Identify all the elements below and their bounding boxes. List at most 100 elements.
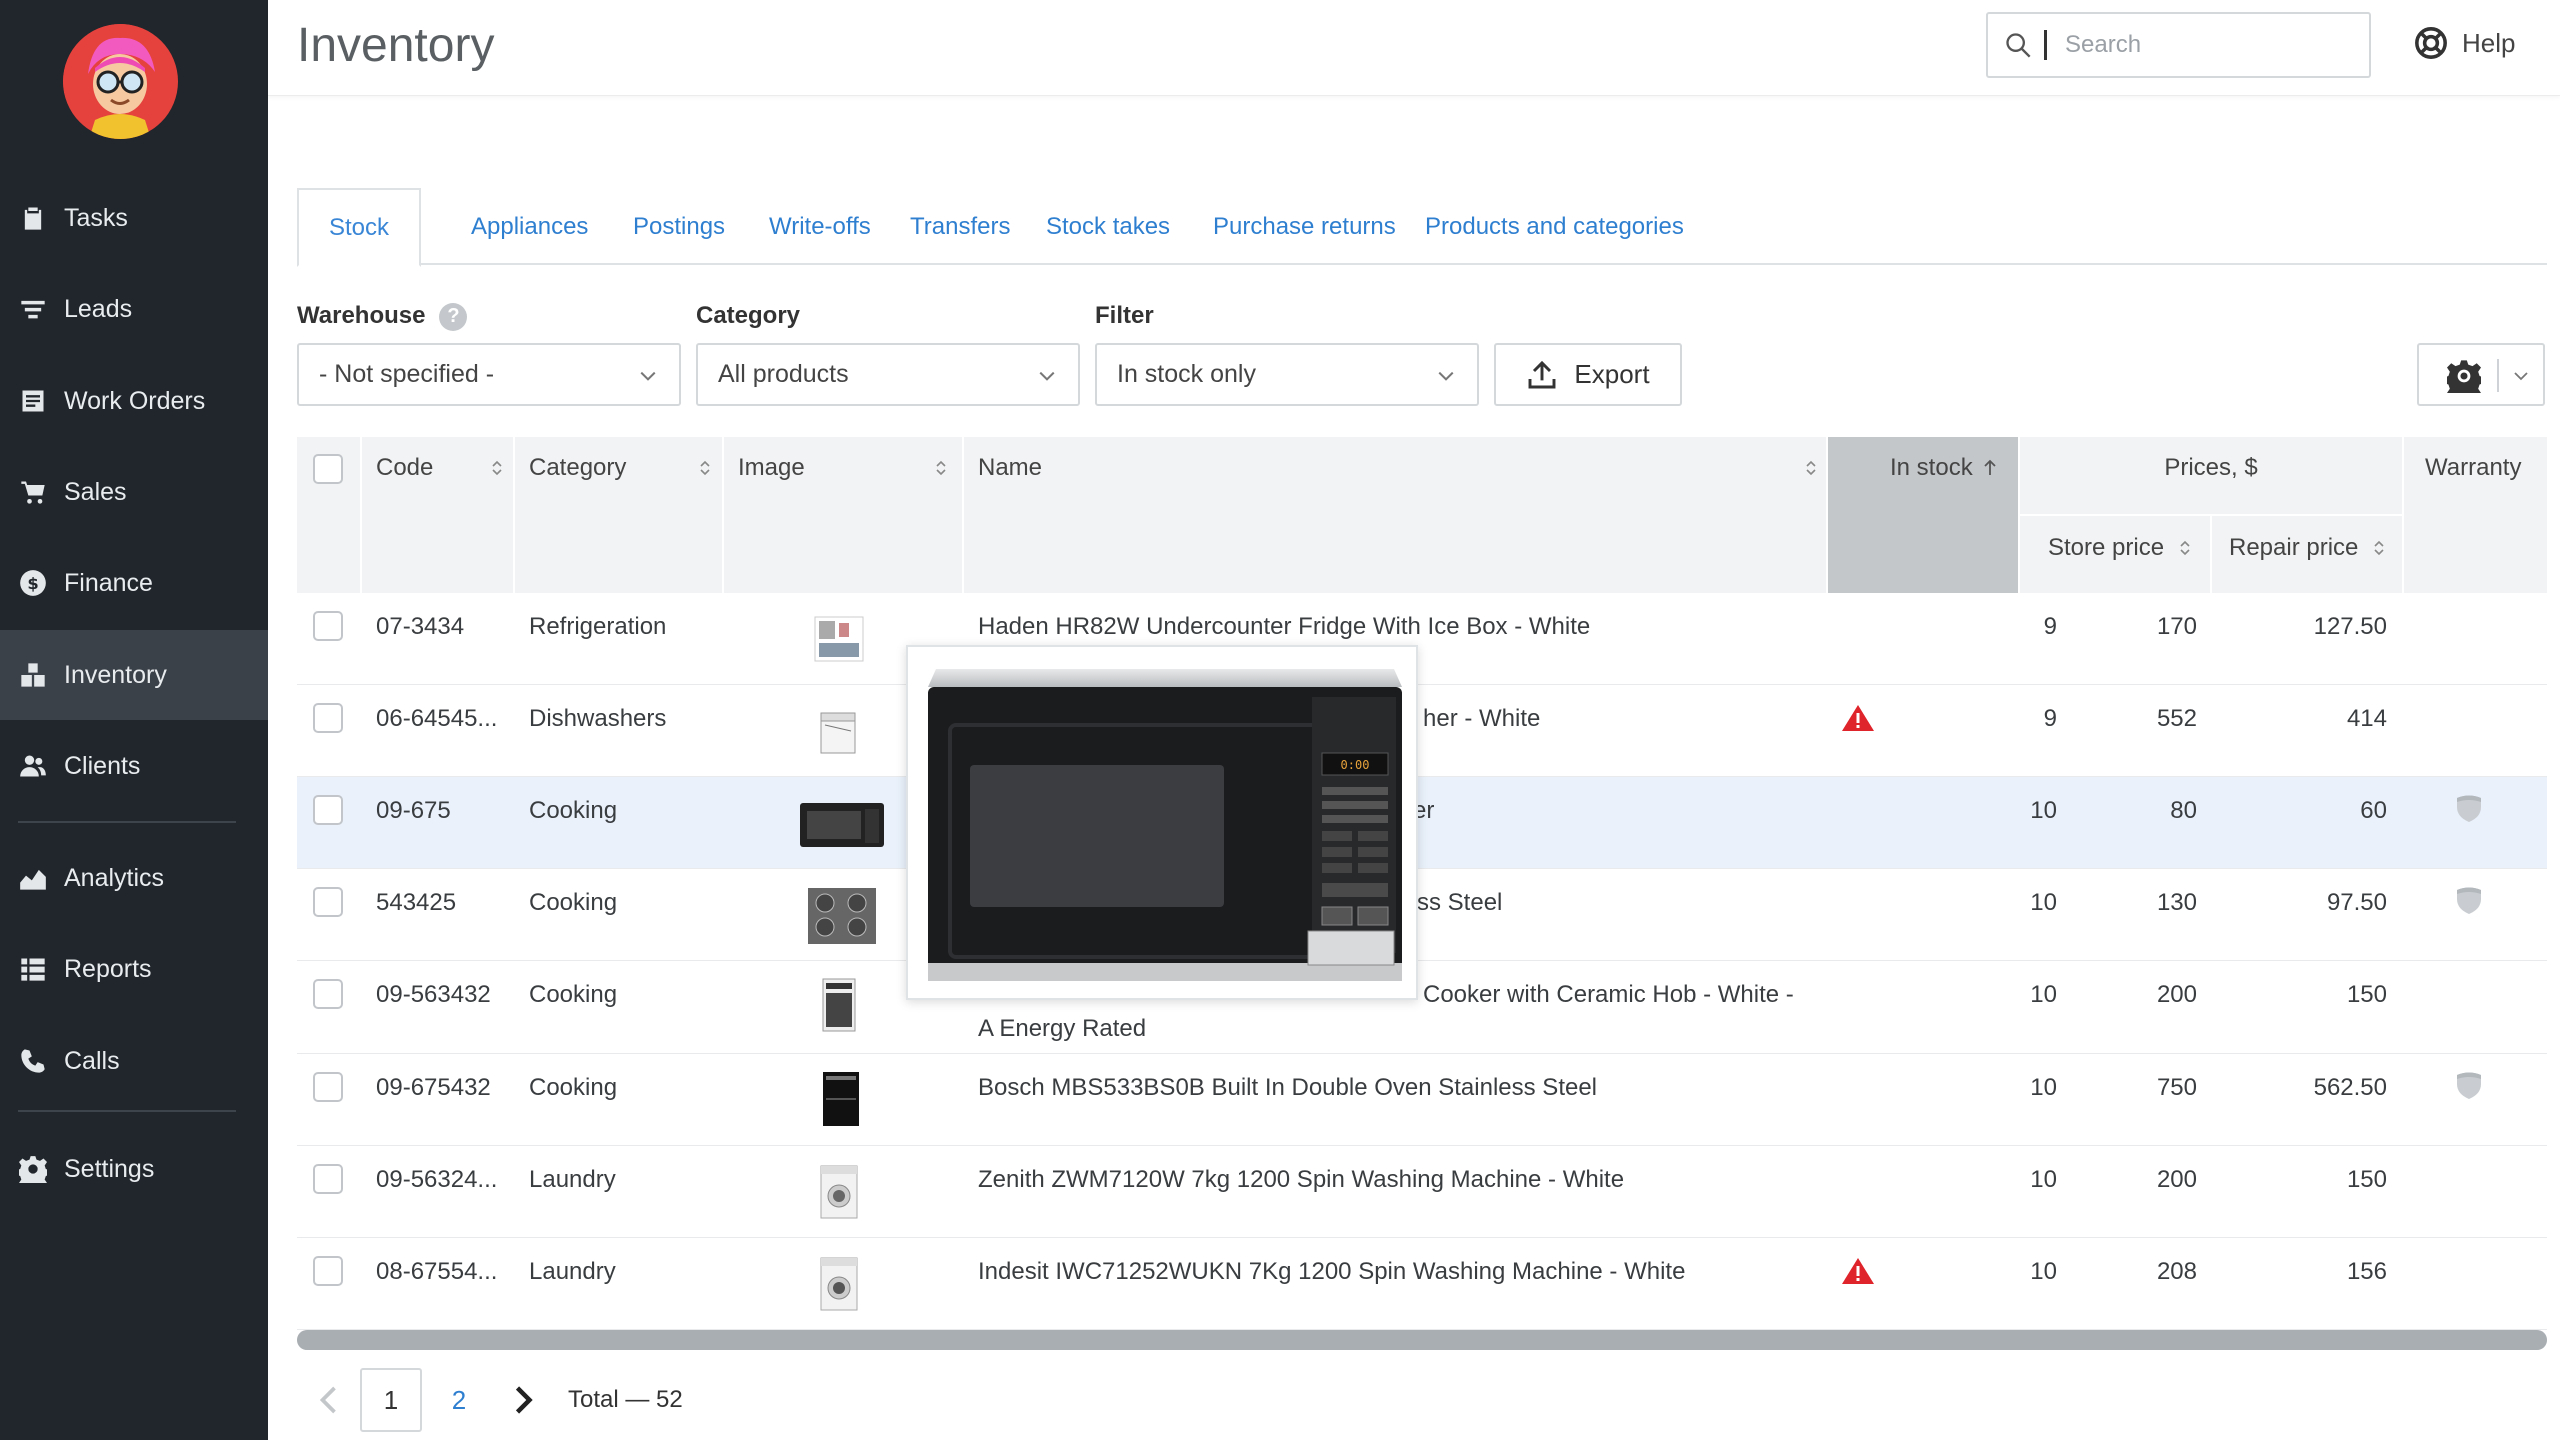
cell-category: Cooking	[529, 981, 618, 1008]
row-checkbox[interactable]	[313, 1072, 343, 1102]
table-row[interactable]: 06-64545... Dishwashers her - White 9 55…	[297, 685, 2547, 777]
product-thumbnail[interactable]	[813, 615, 865, 663]
gear-icon	[2447, 360, 2481, 393]
sidebar-item-label: Work Orders	[64, 386, 206, 415]
next-page-icon[interactable]	[504, 1382, 540, 1418]
sort-icon	[492, 460, 502, 476]
tab-postings[interactable]: Postings	[603, 188, 755, 265]
tab-products-and-categories[interactable]: Products and categories	[1395, 188, 1714, 265]
horizontal-scrollbar[interactable]	[297, 1330, 2547, 1350]
sidebar-item-finance[interactable]: $ Finance	[0, 538, 268, 628]
sidebar-item-label: Clients	[64, 751, 141, 780]
warranty-shield-icon	[2457, 1072, 2481, 1099]
scrollbar-thumb[interactable]	[297, 1330, 2547, 1350]
search-box[interactable]	[1986, 12, 2371, 78]
cell-store-price: 80	[2170, 797, 2197, 824]
cell-name[interactable]: Zenith ZWM7120W 7kg 1200 Spin Washing Ma…	[978, 1166, 1624, 1194]
chevron-down-icon	[1039, 371, 1055, 381]
table-row[interactable]: 09-563432 Cooking Cooker with Ceramic Ho…	[297, 961, 2547, 1054]
sidebar-item-tasks[interactable]: Tasks	[0, 173, 268, 263]
category-select[interactable]: All products	[696, 343, 1080, 406]
row-checkbox[interactable]	[313, 1164, 343, 1194]
warranty-shield-icon	[2457, 887, 2481, 914]
product-thumbnail[interactable]	[807, 887, 877, 945]
sidebar-item-leads[interactable]: Leads	[0, 264, 268, 354]
upload-icon	[1528, 360, 1556, 388]
cell-code: 09-56324...	[376, 1166, 498, 1193]
table-row[interactable]: 08-67554... Laundry Indesit IWC71252WUKN…	[297, 1238, 2547, 1330]
question-mark-icon[interactable]: ?	[439, 302, 468, 331]
column-header-image[interactable]: Image	[738, 454, 948, 482]
product-thumbnail[interactable]	[819, 1256, 859, 1312]
export-button[interactable]: Export	[1494, 343, 1682, 406]
help-button[interactable]: Help	[2414, 26, 2515, 60]
sidebar-item-sales[interactable]: Sales	[0, 447, 268, 537]
warehouse-select[interactable]: - Not specified -	[297, 343, 681, 406]
row-checkbox[interactable]	[313, 703, 343, 733]
product-thumbnail[interactable]	[821, 1070, 861, 1128]
sidebar-item-settings[interactable]: Settings	[0, 1124, 268, 1214]
tab-purchase-returns[interactable]: Purchase returns	[1183, 188, 1426, 265]
cell-name[interactable]: Indesit IWC71252WUKN 7Kg 1200 Spin Washi…	[978, 1258, 1685, 1286]
product-thumbnail[interactable]	[819, 1164, 859, 1220]
row-checkbox[interactable]	[313, 979, 343, 1009]
sidebar-item-calls[interactable]: Calls	[0, 1016, 268, 1106]
select-all-checkbox[interactable]	[313, 454, 343, 484]
warning-icon[interactable]	[1841, 1256, 1875, 1286]
row-checkbox[interactable]	[313, 1256, 343, 1286]
row-checkbox[interactable]	[313, 795, 343, 825]
chevron-down-icon	[1438, 371, 1454, 381]
column-header-warranty[interactable]: Warranty	[2425, 454, 2521, 482]
page-button-2[interactable]: 2	[428, 1368, 490, 1432]
sort-ascending-icon	[1984, 459, 1996, 475]
product-thumbnail[interactable]	[815, 703, 861, 759]
cell-name-line2[interactable]: A Energy Rated	[978, 1015, 1146, 1043]
table-settings-button[interactable]	[2417, 343, 2545, 406]
table-row[interactable]: 09-675 Cooking er 10 80 60	[297, 777, 2547, 869]
column-header-name[interactable]: Name	[978, 454, 1816, 482]
cell-name[interactable]: Bosch MBS533BS0B Built In Double Oven St…	[978, 1074, 1597, 1102]
previous-page-icon[interactable]	[312, 1382, 348, 1418]
lifebuoy-icon	[2415, 27, 2447, 59]
cell-code: 07-3434	[376, 613, 465, 640]
sidebar-item-inventory[interactable]: Inventory	[0, 630, 268, 720]
avatar[interactable]	[63, 24, 178, 139]
column-header-code[interactable]: Code	[376, 454, 502, 482]
column-separator	[722, 437, 724, 593]
search-input[interactable]	[2065, 31, 2345, 59]
table-row[interactable]: 07-3434 Refrigeration Haden HR82W Underc…	[297, 593, 2547, 685]
table-row[interactable]: 09-56324... Laundry Zenith ZWM7120W 7kg …	[297, 1146, 2547, 1238]
column-header-category[interactable]: Category	[529, 454, 710, 482]
tab-appliances[interactable]: Appliances	[441, 188, 618, 265]
column-header-store-price[interactable]: Store price	[2048, 534, 2192, 562]
cell-name[interactable]: Haden HR82W Undercounter Fridge With Ice…	[978, 613, 1590, 641]
row-checkbox[interactable]	[313, 611, 343, 641]
product-thumbnail[interactable]	[821, 977, 857, 1033]
row-checkbox[interactable]	[313, 887, 343, 917]
column-header-repair-price[interactable]: Repair price	[2229, 534, 2386, 562]
warning-icon[interactable]	[1841, 703, 1875, 733]
tab-stock-takes[interactable]: Stock takes	[1016, 188, 1200, 265]
tab-stock[interactable]: Stock	[297, 188, 422, 267]
sidebar-item-label: Reports	[64, 954, 152, 983]
page-button-1[interactable]: 1	[360, 1368, 422, 1432]
column-header-label: Repair price	[2229, 534, 2359, 561]
cell-name[interactable]: ss Steel	[1417, 889, 1502, 917]
sidebar-item-reports[interactable]: Reports	[0, 924, 268, 1014]
sidebar-item-work-orders[interactable]: Work Orders	[0, 356, 268, 446]
table-row[interactable]: 543425 Cooking ss Steel 10 130 97.50	[297, 869, 2547, 961]
tab-write-offs[interactable]: Write-offs	[739, 188, 901, 265]
stock-filter-select[interactable]: In stock only	[1095, 343, 1479, 406]
product-thumbnail[interactable]	[799, 799, 885, 851]
gear-icon	[18, 1154, 48, 1184]
cell-name[interactable]: her - White	[1423, 705, 1540, 733]
column-header-in-stock[interactable]: In stock	[1890, 454, 1997, 482]
cell-repair-price: 150	[2346, 1166, 2387, 1193]
sidebar-item-analytics[interactable]: Analytics	[0, 833, 268, 923]
cell-code: 543425	[376, 889, 457, 916]
page-title: Inventory	[297, 19, 495, 72]
cell-repair-price: 127.50	[2313, 613, 2387, 640]
cell-name[interactable]: Cooker with Ceramic Hob - White -	[1423, 981, 1794, 1009]
sidebar-item-clients[interactable]: Clients	[0, 721, 268, 811]
table-row[interactable]: 09-675432 Cooking Bosch MBS533BS0B Built…	[297, 1054, 2547, 1146]
